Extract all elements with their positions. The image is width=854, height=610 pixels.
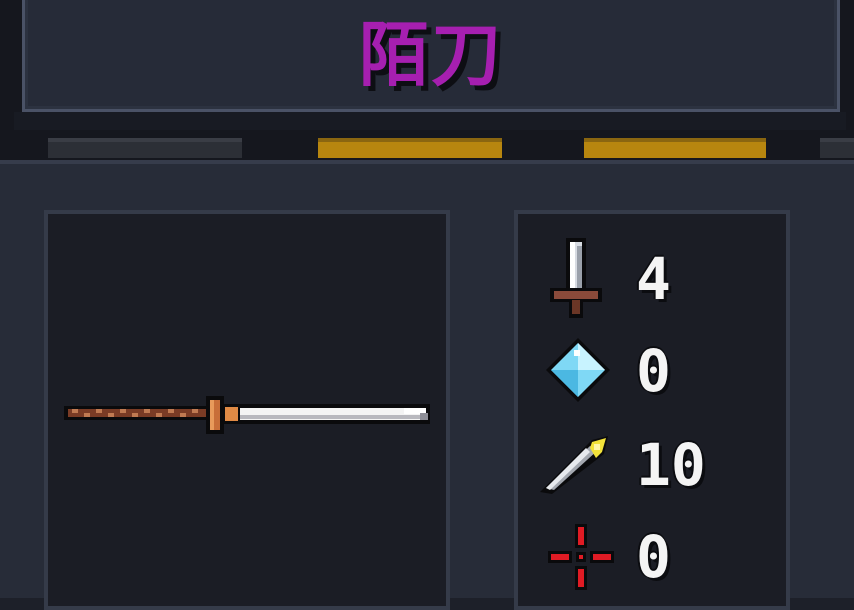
title-panel-shadow <box>14 112 846 130</box>
crystal-icon <box>546 338 610 402</box>
energy-bar-3 <box>584 138 766 158</box>
inaccuracy-value: 0 <box>636 523 671 591</box>
weapon-name: 陌刀 <box>359 13 503 96</box>
critical-value: 10 <box>636 431 706 499</box>
sword-icon <box>550 238 602 318</box>
crosshair-icon <box>548 524 614 590</box>
energy-bar-4 <box>820 138 854 158</box>
feather-blade-icon <box>540 436 608 494</box>
title-panel: 陌刀 <box>22 0 840 112</box>
katana-icon <box>64 396 430 434</box>
damage-value: 4 <box>636 245 671 313</box>
energy-bar-2 <box>318 138 502 158</box>
weapon-preview <box>44 210 450 610</box>
energy-bar-1 <box>48 138 242 158</box>
energy-cost-value: 0 <box>636 337 671 405</box>
